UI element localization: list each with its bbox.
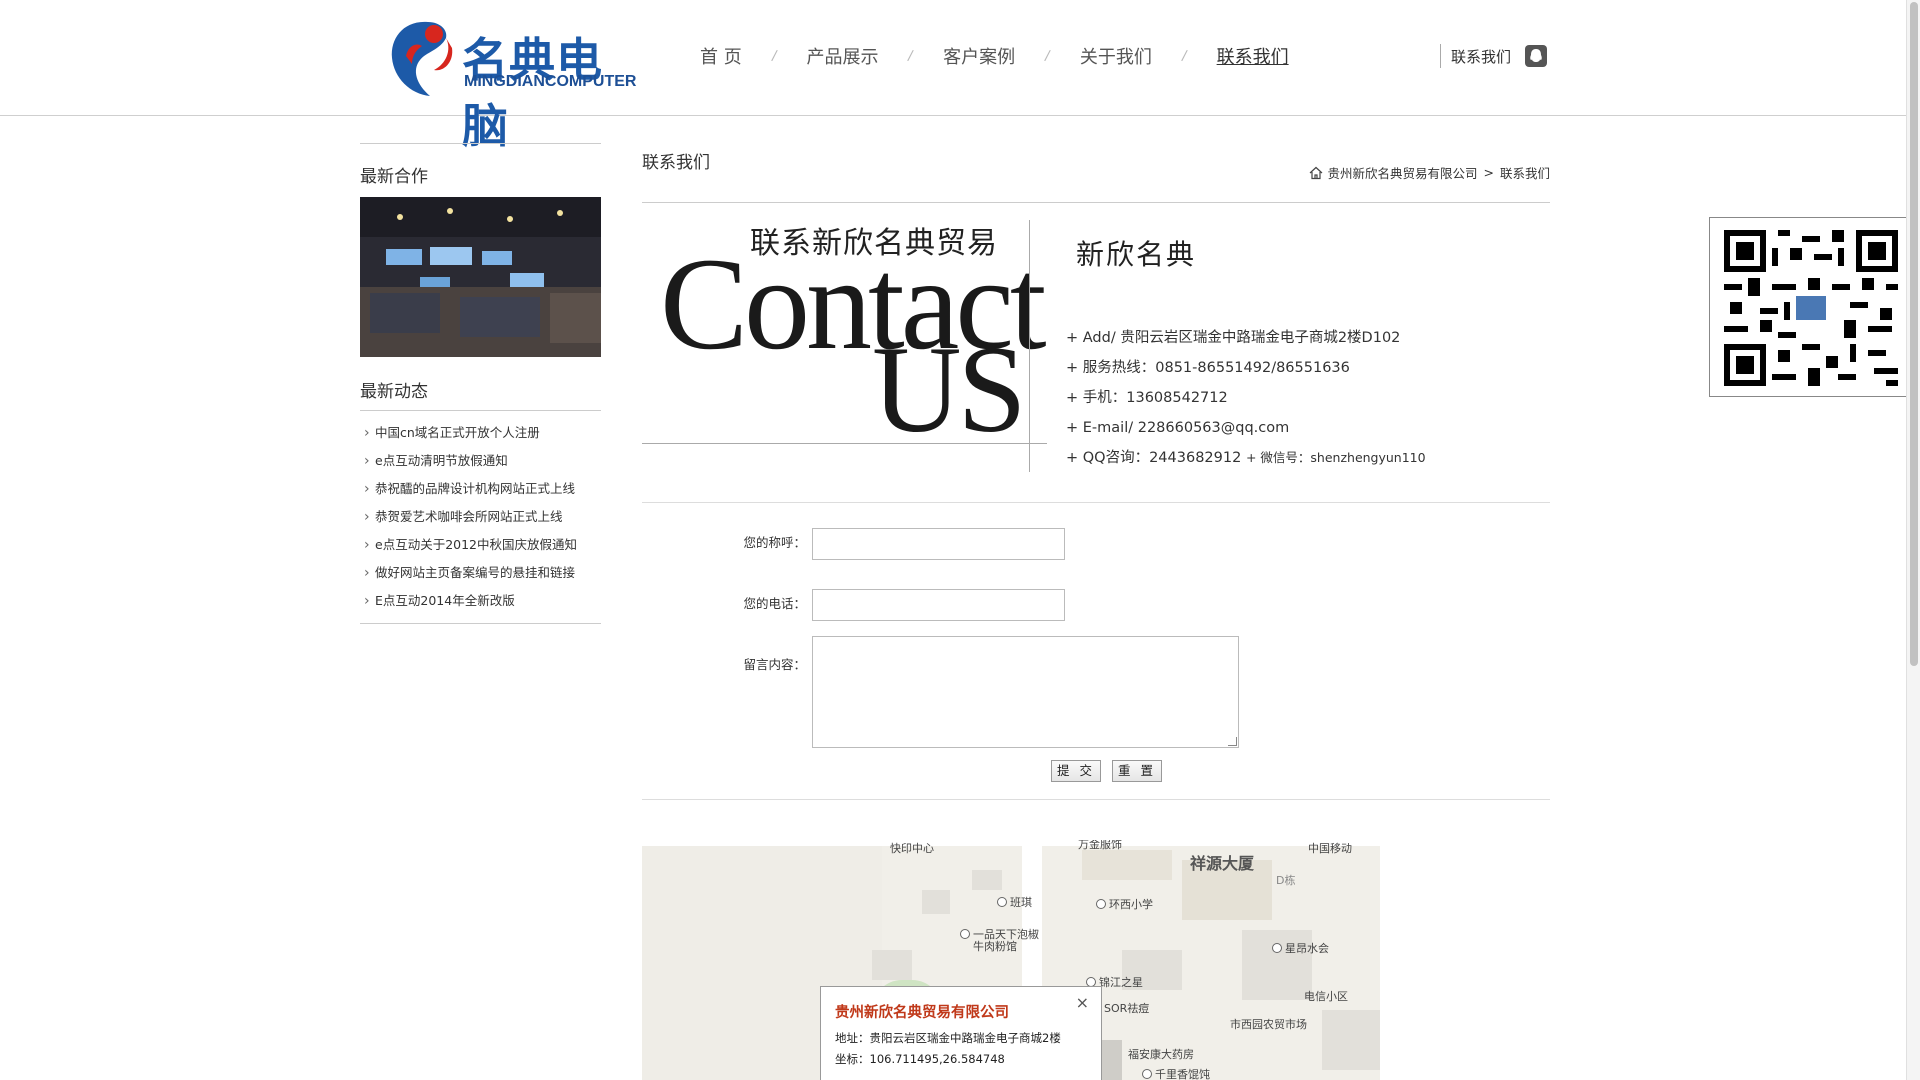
divider xyxy=(642,202,1550,203)
page-title: 联系我们 xyxy=(642,153,710,173)
map-label-text: 千里香馄饨 xyxy=(1155,1068,1210,1080)
logo-mark-icon xyxy=(391,21,453,96)
info-qq: + QQ咨询：2443682912 xyxy=(1066,450,1242,466)
divider xyxy=(1029,220,1030,472)
popup-coords: 坐标：106.711495,26.584748 xyxy=(835,1052,1005,1066)
news-title: 最新动态 xyxy=(360,382,428,402)
qr-code xyxy=(1709,217,1913,397)
qr-code-icon xyxy=(1724,230,1898,386)
map-label: 中国移动 xyxy=(1308,842,1352,855)
name-label: 您的称呼： xyxy=(743,535,806,550)
site-logo[interactable]: 名典电脑 MINGDIANCOMPUTER xyxy=(386,16,637,153)
info-wechat-label: + 微信号： xyxy=(1245,450,1311,465)
map-label: 千里香馄饨 xyxy=(1142,1066,1210,1080)
close-icon[interactable]: × xyxy=(1076,993,1089,1012)
map-label: 星昂水会 xyxy=(1272,940,1329,956)
map-label: 市西园农贸市场 xyxy=(1230,1018,1307,1031)
map-label: 福安康大药房 xyxy=(1128,1048,1194,1061)
divider xyxy=(642,799,1550,800)
contact-info: + Add/ 贵阳云岩区瑞金中路瑞金电子商城2楼D102 + 服务热线：0851… xyxy=(1066,323,1426,473)
map-label: D栋 xyxy=(1276,874,1296,887)
news-item[interactable]: 中国cn域名正式开放个人注册 xyxy=(360,419,601,447)
map-label-text: 星昂水会 xyxy=(1285,942,1329,955)
map-label: 快印中心 xyxy=(890,842,934,855)
contact-us-banner: 联系新欣名典贸易 Contact US xyxy=(642,218,1047,452)
divider xyxy=(642,443,1047,444)
phone-label: 您的电话： xyxy=(743,596,806,611)
map-info-popup: 贵州新欣名典贸易有限公司 地址：贵阳云岩区瑞金中路瑞金电子商城2楼 坐标：106… xyxy=(820,986,1102,1080)
nav-separator: / xyxy=(1043,47,1052,65)
form-row-phone: 您的电话： xyxy=(642,589,1065,621)
logo-name-en: MINGDIANCOMPUTER xyxy=(464,73,637,90)
location-map[interactable]: 快印中心 万金服饰 祥源大厦 中国移动 D栋 班琪 环西小学 一品天下泡椒 牛肉… xyxy=(642,840,1380,1080)
nav-about[interactable]: 关于我们 xyxy=(1080,43,1152,69)
popup-address: 地址：贵阳云岩区瑞金中路瑞金电子商城2楼 xyxy=(835,1031,1061,1045)
header-contact-label[interactable]: 联系我们 xyxy=(1451,46,1511,67)
divider xyxy=(642,502,1550,503)
company-name: 新欣名典 xyxy=(1076,238,1197,271)
header-contact[interactable]: 联系我们 xyxy=(1440,44,1548,68)
map-label-text: 锦江之星 xyxy=(1099,976,1143,989)
news-item[interactable]: e点互动关于2012中秋国庆放假通知 xyxy=(360,531,601,559)
info-qq-row: + QQ咨询：2443682912 + 微信号：shenzhengyun110 xyxy=(1066,443,1426,473)
map-label: SOR祛痘 xyxy=(1104,1002,1150,1015)
news-item[interactable]: 恭祝醽的品牌设计机构网站正式上线 xyxy=(360,475,601,503)
nav-products[interactable]: 产品展示 xyxy=(806,43,878,69)
banner-us-text: US xyxy=(872,321,1027,458)
news-item[interactable]: 恭贺爱艺术咖啡会所网站正式上线 xyxy=(360,503,601,531)
form-row-message: 留言内容： xyxy=(642,636,1239,748)
map-label: 万金服饰 xyxy=(1078,840,1122,851)
main-nav: 首 页 / 产品展示 / 客户案例 / 关于我们 / 联系我们 xyxy=(700,44,1289,68)
popup-title: 贵州新欣名典贸易有限公司 xyxy=(835,1005,1009,1021)
breadcrumb-current[interactable]: 联系我们 xyxy=(1500,163,1550,182)
nav-cases[interactable]: 客户案例 xyxy=(943,43,1015,69)
message-textarea[interactable] xyxy=(812,636,1239,748)
info-hotline: + 服务热线：0851-86551492/86551636 xyxy=(1066,360,1350,376)
map-label: 电信小区 xyxy=(1304,990,1348,1003)
info-mobile: + 手机：13608542712 xyxy=(1066,390,1228,406)
breadcrumb-separator: > xyxy=(1483,165,1494,180)
sidebar: 最新合作 最新动态 中国cn域名正式开放个人注册 e点互动清明节放假通知 恭祝醽… xyxy=(360,143,601,624)
map-label: 班琪 xyxy=(997,894,1032,910)
reset-button[interactable]: 重 置 xyxy=(1111,760,1162,782)
map-label-text: 班琪 xyxy=(1010,896,1032,909)
info-wechat: shenzhengyun110 xyxy=(1310,450,1426,465)
cooperation-title: 最新合作 xyxy=(360,167,428,187)
map-label: 牛肉粉馆 xyxy=(973,940,1017,953)
nav-contact[interactable]: 联系我们 xyxy=(1217,43,1289,69)
breadcrumb: 贵州新欣名典贸易有限公司 > 联系我们 xyxy=(1309,163,1550,182)
news-item[interactable]: 做好网站主页备案编号的悬挂和链接 xyxy=(360,559,601,587)
map-label-text: 环西小学 xyxy=(1109,898,1153,911)
page-scrollbar[interactable] xyxy=(1906,0,1920,1080)
phone-input[interactable] xyxy=(812,589,1065,621)
nav-separator: / xyxy=(907,47,915,65)
nav-separator: / xyxy=(1180,47,1188,65)
breadcrumb-home[interactable]: 贵州新欣名典贸易有限公司 xyxy=(1327,163,1477,182)
home-icon xyxy=(1310,166,1323,179)
submit-button[interactable]: 提 交 xyxy=(1051,760,1101,782)
form-buttons: 提 交 重 置 xyxy=(1051,760,1162,782)
divider xyxy=(360,143,601,144)
scrollbar-thumb[interactable] xyxy=(1910,2,1918,666)
info-address: + Add/ 贵阳云岩区瑞金中路瑞金电子商城2楼D102 xyxy=(1066,330,1401,346)
site-header: 名典电脑 MINGDIANCOMPUTER 首 页 / 产品展示 / 客户案例 … xyxy=(0,0,1906,153)
nav-separator: / xyxy=(770,47,778,65)
nav-home[interactable]: 首 页 xyxy=(700,43,742,69)
news-item[interactable]: e点互动清明节放假通知 xyxy=(360,447,601,475)
qq-icon[interactable] xyxy=(1525,45,1548,67)
cooperation-image[interactable] xyxy=(360,197,601,357)
news-list: 中国cn域名正式开放个人注册 e点互动清明节放假通知 恭祝醽的品牌设计机构网站正… xyxy=(360,410,601,624)
map-label: 祥源大厦 xyxy=(1190,854,1255,873)
message-label: 留言内容： xyxy=(743,657,806,672)
map-label: 环西小学 xyxy=(1096,896,1153,912)
news-item[interactable]: E点互动2014年全新改版 xyxy=(360,587,601,615)
name-input[interactable] xyxy=(812,528,1065,560)
info-email: + E-mail/ 228660563@qq.com xyxy=(1066,420,1290,436)
form-row-name: 您的称呼： xyxy=(642,528,1065,560)
